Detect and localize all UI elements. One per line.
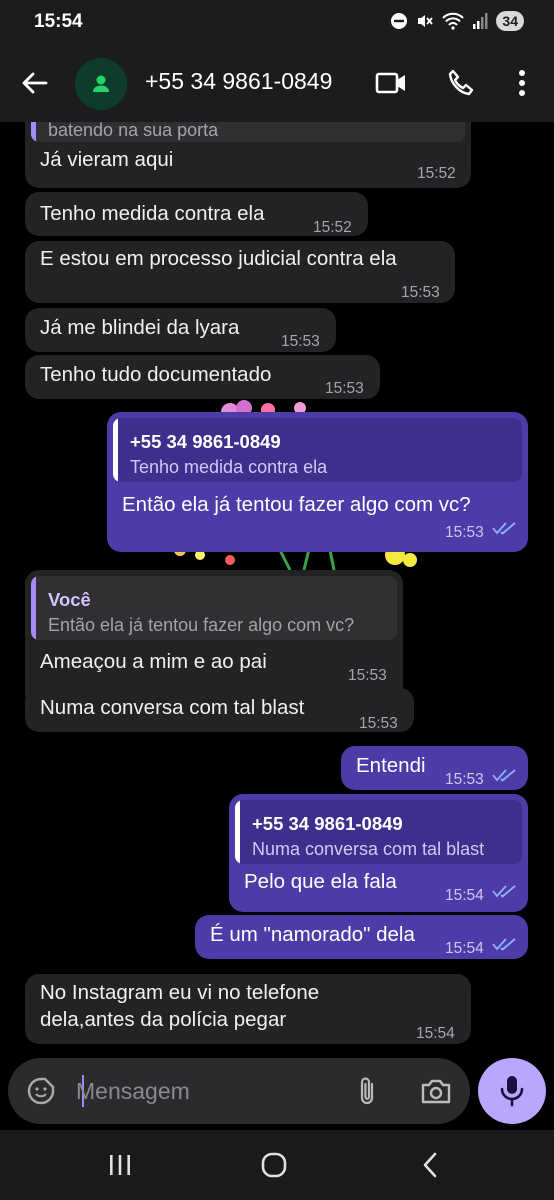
quoted-sender: +55 34 9861-0849 [130,431,281,452]
message-outgoing[interactable]: +55 34 9861-0849 Tenho medida contra ela… [107,412,528,552]
message-outgoing[interactable]: É um "namorado" dela 15:54 [195,915,528,959]
message-text: Numa conversa com tal blast [40,696,305,719]
attach-icon [360,1077,374,1105]
battery-indicator: 34 [496,11,524,31]
read-receipt-icon [492,769,516,782]
message-time: 15:53 [348,667,387,684]
message-text-line1: No Instagram eu vi no telefone [40,981,320,1004]
message-text: Já me blindei da lyara [40,316,240,339]
video-call-button[interactable] [374,66,408,100]
system-navigation-bar [0,1130,554,1200]
recents-button[interactable] [100,1148,140,1182]
back-arrow-icon [22,72,48,94]
chat-header: +55 34 9861-0849 [0,44,554,122]
message-incoming[interactable]: Já me blindei da lyara 15:53 [25,308,336,352]
do-not-disturb-icon [390,12,408,30]
mic-icon [500,1076,524,1107]
message-time: 15:53 [325,380,364,397]
status-bar: 15:54 34 [0,0,554,44]
message-text-line2: dela,antes da polícia pegar [40,1008,287,1031]
quoted-text: Então ela já tentou fazer algo com vc? [48,615,355,635]
read-receipt-icon [492,938,516,951]
chat-area[interactable]: batendo na sua porta Já vieram aqui 15:5… [0,122,554,1058]
message-incoming[interactable]: E estou em processo judicial contra ela … [25,241,455,303]
mute-icon [416,12,434,30]
message-time: 15:53 [281,333,320,350]
quoted-sender: Você [48,589,91,610]
message-incoming[interactable]: No Instagram eu vi no telefone dela,ante… [25,974,471,1044]
status-time: 15:54 [34,11,83,32]
message-time: 15:54 [445,940,484,957]
video-call-icon [375,72,405,94]
message-incoming[interactable]: Numa conversa com tal blast 15:53 [25,688,414,732]
message-outgoing[interactable]: Entendi 15:53 [341,746,528,790]
message-text: Já vieram aqui [40,148,174,171]
camera-button[interactable] [419,1074,453,1108]
quoted-message[interactable]: Você Então ela já tentou fazer algo com … [31,576,397,640]
quoted-message[interactable]: +55 34 9861-0849 Tenho medida contra ela [113,418,522,482]
signal-icon [472,12,488,30]
message-text: É um "namorado" dela [210,923,415,946]
message-time: 15:53 [359,715,398,732]
message-time: 15:52 [313,219,352,236]
home-button[interactable] [254,1148,294,1182]
message-incoming[interactable]: batendo na sua porta Já vieram aqui 15:5… [25,122,471,188]
message-input[interactable] [76,1074,336,1108]
message-incoming[interactable]: Tenho tudo documentado 15:53 [25,355,380,399]
quoted-sender: +55 34 9861-0849 [252,813,403,834]
message-incoming[interactable]: Tenho medida contra ela 15:52 [25,192,368,236]
recents-icon [110,1155,130,1175]
wifi-icon [442,12,465,30]
message-time: 15:54 [445,887,484,904]
message-time: 15:52 [417,165,456,182]
status-icons: 34 [390,11,524,31]
avatar[interactable] [75,58,127,110]
message-text: Entendi [356,754,426,777]
voice-call-button[interactable] [444,66,478,100]
quoted-text: Tenho medida contra ela [130,457,328,477]
camera-icon [421,1079,451,1104]
message-time: 15:53 [401,284,440,301]
quoted-message[interactable]: batendo na sua porta [31,122,465,142]
message-time: 15:54 [416,1025,455,1042]
message-text: Tenho tudo documentado [40,363,272,386]
mic-button[interactable] [478,1058,546,1124]
message-text: E estou em processo judicial contra ela [40,247,397,270]
contact-name[interactable]: +55 34 9861-0849 [145,68,332,95]
message-input-container[interactable] [8,1058,470,1124]
read-receipt-icon [492,522,516,535]
message-text: Pelo que ela fala [244,870,397,893]
message-text: Então ela já tentou fazer algo com vc? [122,493,471,516]
contact-avatar-icon [93,75,109,92]
quoted-text: batendo na sua porta [48,122,219,140]
attach-button[interactable] [350,1074,384,1108]
message-outgoing[interactable]: +55 34 9861-0849 Numa conversa com tal b… [229,794,528,912]
quoted-text: Numa conversa com tal blast [252,839,485,859]
message-text: Tenho medida contra ela [40,202,265,225]
more-options-button[interactable] [505,66,539,100]
message-time: 15:53 [445,771,484,788]
sticker-icon [27,1077,55,1105]
composer [0,1058,554,1130]
read-receipt-icon [492,885,516,898]
nav-back-button[interactable] [410,1148,450,1182]
back-button[interactable] [18,66,52,100]
quoted-message[interactable]: +55 34 9861-0849 Numa conversa com tal b… [235,800,522,864]
voice-call-icon [448,69,474,96]
more-options-icon [519,70,525,96]
home-icon [261,1152,287,1178]
sticker-button[interactable] [24,1074,58,1108]
message-time: 15:53 [445,524,484,541]
nav-back-icon [423,1152,437,1178]
message-text: Ameaçou a mim e ao pai [40,650,267,673]
